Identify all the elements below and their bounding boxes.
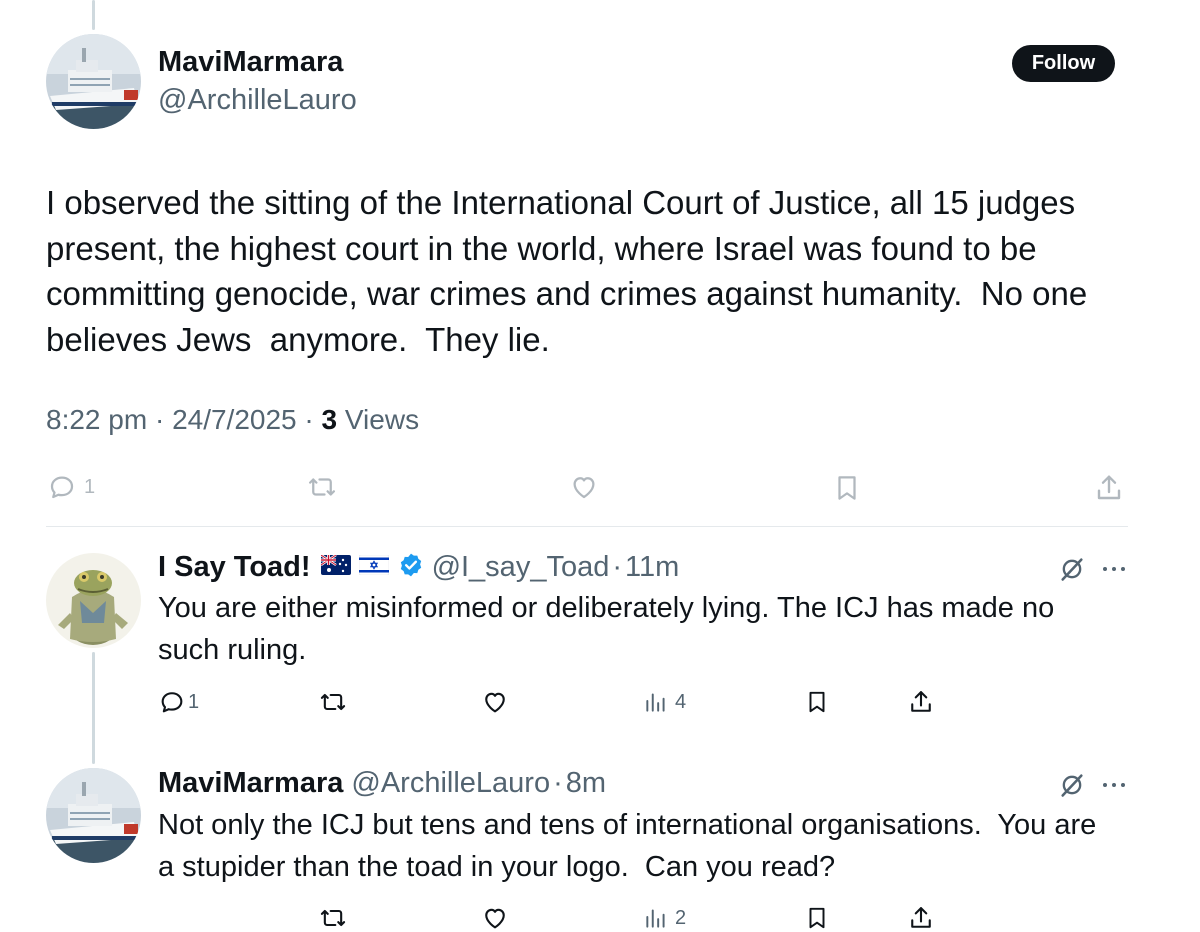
- tweet-time[interactable]: 8:22 pm: [46, 404, 147, 435]
- grok-icon[interactable]: [1058, 555, 1086, 588]
- retweet-button[interactable]: [318, 904, 348, 932]
- follow-button[interactable]: Follow: [1012, 45, 1115, 82]
- handle[interactable]: @I_say_Toad: [432, 551, 610, 584]
- separator: ·: [154, 404, 165, 435]
- more-icon[interactable]: [1101, 770, 1127, 798]
- thread-line-middle: [92, 652, 95, 764]
- bookmark-icon: [804, 688, 830, 716]
- display-name[interactable]: MaviMarmara: [158, 46, 343, 79]
- like-button[interactable]: [568, 472, 600, 502]
- avatar[interactable]: [46, 34, 141, 129]
- retweet-button[interactable]: [318, 688, 348, 716]
- display-name[interactable]: MaviMarmara: [158, 767, 343, 800]
- thread-line-top: [92, 0, 95, 30]
- reply-button[interactable]: 1: [46, 472, 95, 502]
- retweet-icon: [305, 472, 339, 502]
- views-label: Views: [344, 404, 420, 435]
- views-icon: [643, 904, 669, 932]
- separator: ·: [304, 404, 314, 435]
- timestamp[interactable]: 11m: [625, 551, 679, 584]
- share-icon: [1093, 472, 1125, 504]
- views-count: 3: [321, 404, 338, 435]
- reply-text: Not only the ICJ but tens and tens of in…: [158, 809, 1105, 883]
- separator: ·: [612, 550, 623, 583]
- share-button[interactable]: [1093, 472, 1125, 504]
- timestamp[interactable]: 8m: [566, 767, 606, 800]
- views-button[interactable]: 2: [643, 904, 686, 932]
- like-button[interactable]: [481, 688, 509, 716]
- tweet-date[interactable]: 24/7/2025: [172, 404, 297, 435]
- like-icon: [481, 688, 509, 716]
- separator: ·: [553, 766, 563, 799]
- views-count: 2: [675, 906, 687, 929]
- reply-header: MaviMarmara @ArchilleLauro · 8m: [158, 763, 606, 803]
- handle[interactable]: @ArchilleLauro: [158, 84, 357, 117]
- retweet-icon: [318, 904, 348, 932]
- divider: [46, 526, 1128, 527]
- share-icon: [907, 904, 935, 932]
- bookmark-button[interactable]: [804, 688, 830, 716]
- like-icon: [481, 904, 509, 932]
- israel-flag-icon: [358, 554, 389, 580]
- retweet-button[interactable]: [305, 472, 339, 502]
- avatar[interactable]: [46, 553, 141, 648]
- display-name[interactable]: I Say Toad!: [158, 551, 311, 584]
- more-icon[interactable]: [1101, 554, 1127, 582]
- verified-icon: [398, 552, 424, 583]
- reply-button[interactable]: 1: [158, 688, 199, 716]
- reply-header: I Say Toad! @I_say_Toad · 11m: [158, 547, 679, 587]
- views-icon: [643, 688, 669, 716]
- retweet-icon: [318, 688, 348, 716]
- reply-count: 1: [188, 690, 200, 713]
- bookmark-button[interactable]: [832, 472, 862, 504]
- reply-count: 1: [84, 475, 96, 498]
- reply-icon: [158, 688, 186, 716]
- reply-icon: [46, 472, 78, 502]
- like-button[interactable]: [481, 904, 509, 932]
- tweet-text: I observed the sitting of the Internatio…: [46, 184, 1097, 358]
- views-count: 4: [675, 690, 687, 713]
- australia-flag-icon: [319, 553, 351, 580]
- share-icon: [907, 688, 935, 716]
- bookmark-icon: [804, 904, 830, 932]
- like-icon: [568, 472, 600, 502]
- handle[interactable]: @ArchilleLauro: [351, 767, 550, 800]
- avatar[interactable]: [46, 768, 141, 863]
- bookmark-icon: [832, 472, 862, 504]
- views-button[interactable]: 4: [643, 688, 686, 716]
- reply-text: You are either misinformed or deliberate…: [158, 592, 1063, 666]
- tweet-meta: 8:22 pm · 24/7/2025 · 3 Views: [46, 404, 419, 436]
- share-button[interactable]: [907, 904, 935, 932]
- bookmark-button[interactable]: [804, 904, 830, 932]
- grok-icon[interactable]: [1058, 771, 1086, 804]
- share-button[interactable]: [907, 688, 935, 716]
